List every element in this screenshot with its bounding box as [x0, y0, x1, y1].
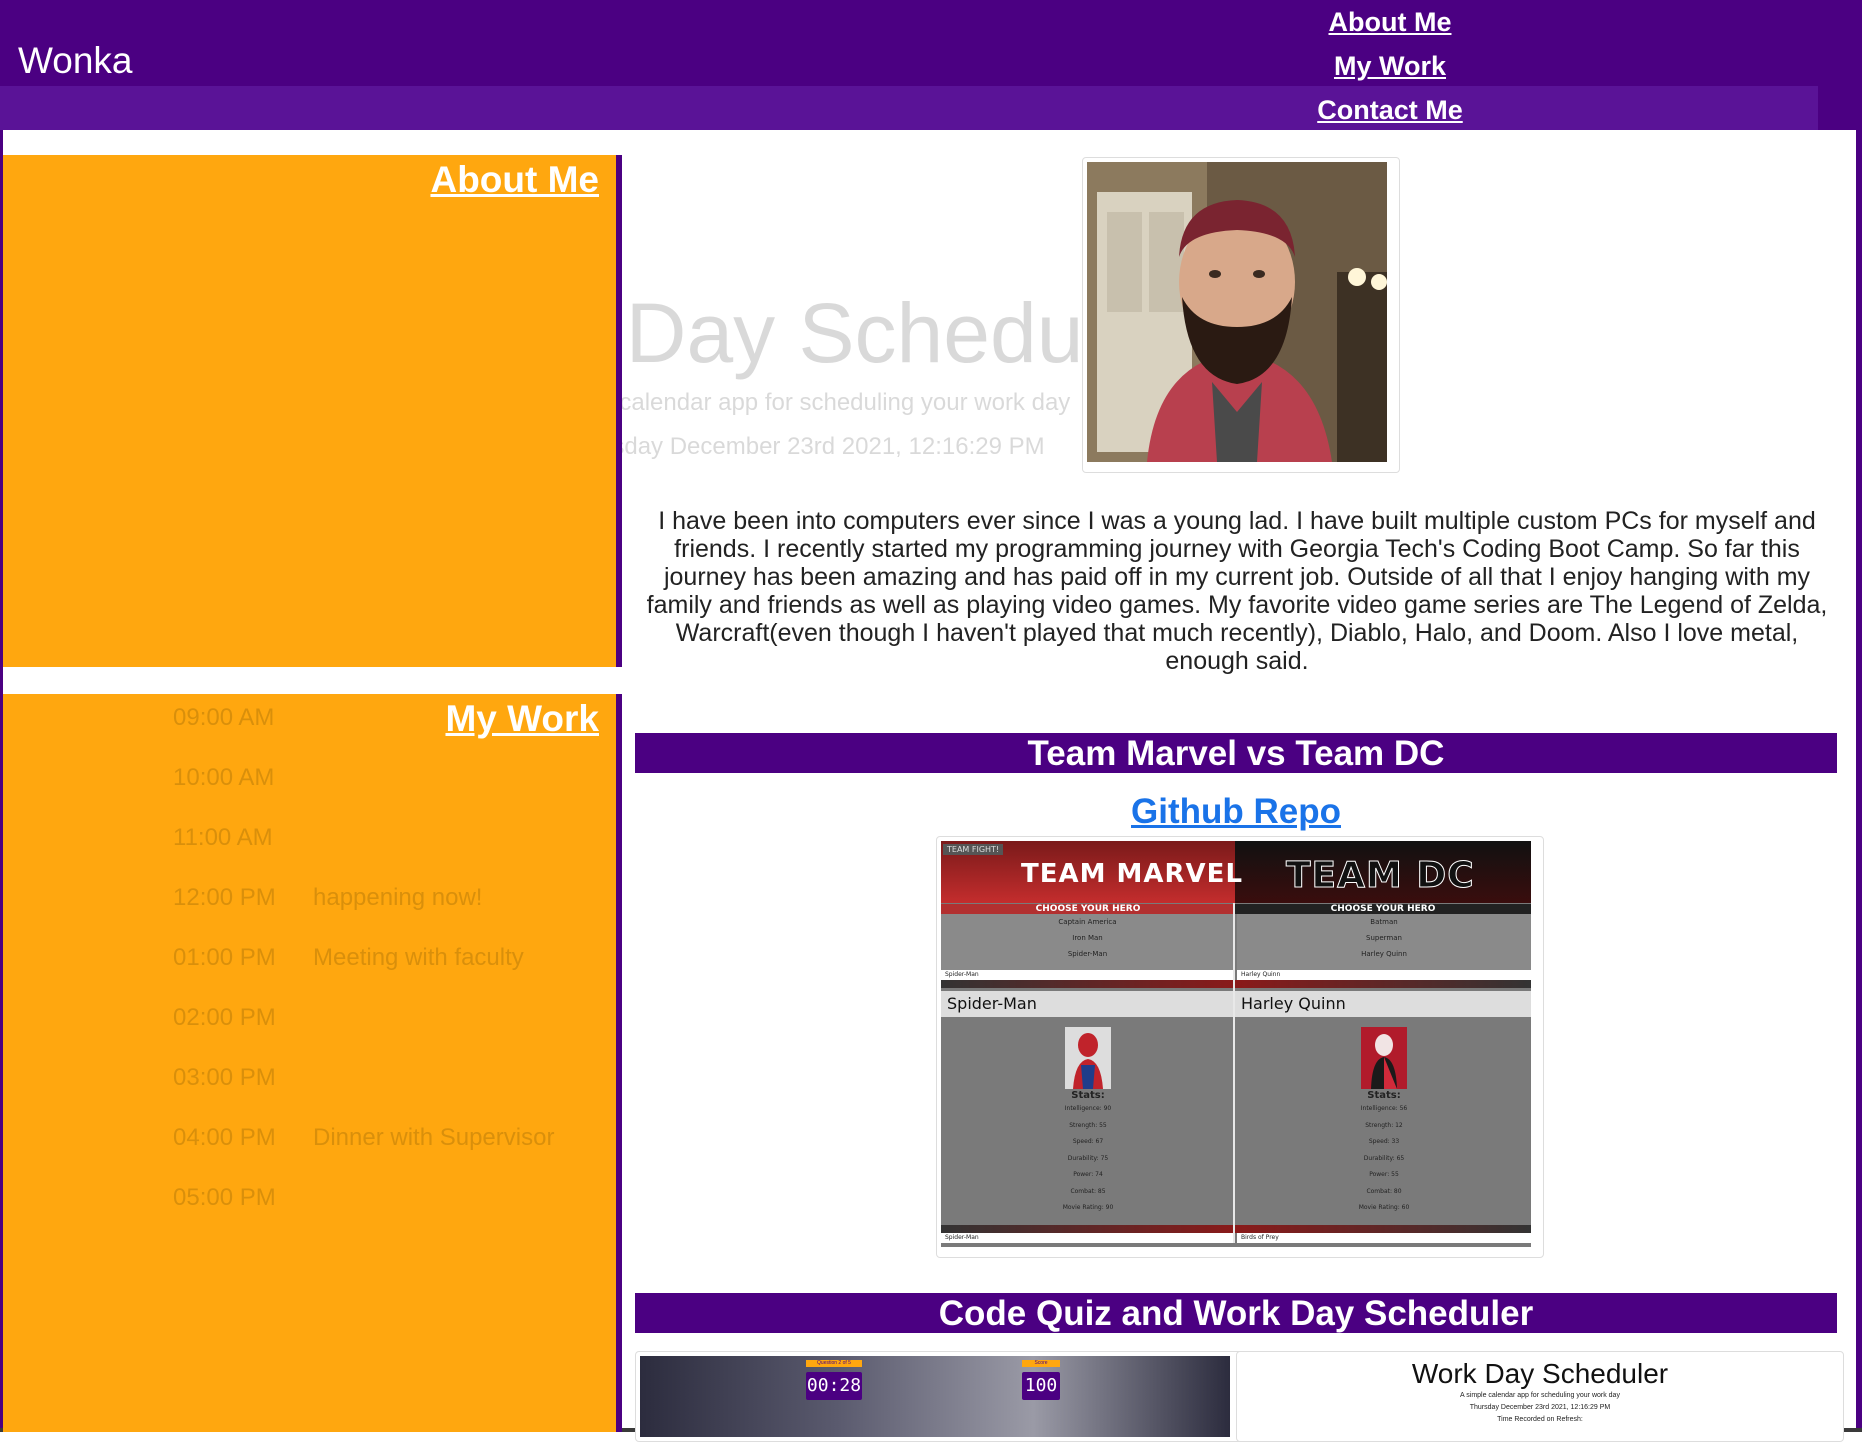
stat-line: Strength: 12 [1365, 1121, 1403, 1129]
choose-hero-right: CHOOSE YOUR HERO [1235, 904, 1531, 914]
harley-quinn-portrait [1361, 1027, 1407, 1089]
left-bottom-select: Spider-Man [941, 1233, 1233, 1243]
score-label: Score [1022, 1360, 1060, 1367]
profile-photo [1082, 157, 1400, 473]
right-bottom-select: Birds of Prey [1237, 1233, 1531, 1243]
scheduler-subtitle: A simple calendar app for scheduling you… [1460, 1392, 1620, 1399]
right-hero-select: Harley Quinn [1237, 970, 1531, 980]
scheduler-date: Thursday December 23rd 2021, 12:16:29 PM [1469, 1404, 1611, 1411]
team-marvel-label: TEAM MARVEL [1021, 859, 1244, 889]
about-bio-text: I have been into computers ever since I … [646, 507, 1828, 675]
project-title-marvel-vs-dc: Team Marvel vs Team DC [635, 733, 1837, 773]
header-subbar [0, 86, 1818, 130]
top-nav: About Me My Work Contact Me [1252, 0, 1528, 132]
center-divider [1233, 903, 1235, 1243]
about-me-heading-link[interactable]: About Me [430, 159, 599, 200]
left-hero-options: Captain America Iron Man Spider-Man [941, 914, 1234, 970]
choose-hero-left: CHOOSE YOUR HERO [941, 904, 1235, 914]
quiz-score: 100 [1022, 1372, 1060, 1400]
divider-strip [941, 980, 1531, 988]
work-day-scheduler-screenshot[interactable]: Work Day Scheduler A simple calendar app… [1236, 1351, 1844, 1442]
hero-option: Superman [1366, 934, 1402, 942]
project-title-code-quiz-scheduler: Code Quiz and Work Day Scheduler [635, 1293, 1837, 1333]
ghost-time-slot: 03:00 PM [173, 1064, 276, 1091]
right-hero-name: Harley Quinn [1235, 991, 1531, 1017]
team-fight-tag: TEAM FIGHT! [943, 844, 1004, 855]
ghost-time-slot: 11:00 AM [173, 824, 273, 851]
spider-man-portrait [1065, 1027, 1111, 1089]
left-hero-select: Spider-Man [941, 970, 1233, 980]
stat-line: Speed: 33 [1368, 1138, 1400, 1145]
hero-option: Harley Quinn [1361, 950, 1407, 958]
stat-line: Movie Rating: 90 [1062, 1204, 1114, 1211]
stat-line: Durability: 75 [1067, 1154, 1109, 1162]
left-hero-name: Spider-Man [941, 991, 1235, 1017]
stat-line: Speed: 67 [1072, 1138, 1104, 1145]
ghost-time-slot: 10:00 AM [173, 764, 275, 791]
stat-line: Intelligence: 90 [1064, 1105, 1112, 1112]
ghost-time-slot: 02:00 PM [173, 1004, 276, 1031]
sidebar-about-me: About Me [3, 155, 622, 667]
stats-label: Stats: [1071, 1090, 1105, 1101]
sidebar-my-work: My Work 09:00 AM 10:00 AM 11:00 AM 12:00… [3, 694, 622, 1432]
ghost-event: Dinner with Supervisor [313, 1124, 555, 1151]
stats-label: Stats: [1367, 1090, 1401, 1101]
marvel-vs-dc-preview: TEAM FIGHT! TEAM MARVEL TEAM DC CHOOSE Y… [941, 841, 1531, 1247]
window-border-right [1856, 0, 1862, 1432]
ghost-time-slot: 12:00 PM [173, 884, 276, 911]
about-me-heading: About Me [430, 159, 599, 201]
code-quiz-screenshot[interactable]: Question 2 of 5 00:28 Score 100 [635, 1351, 1243, 1442]
nav-about-me-link[interactable]: About Me [1252, 0, 1528, 44]
stat-line: Intelligence: 56 [1360, 1105, 1408, 1112]
code-quiz-preview: Question 2 of 5 00:28 Score 100 [640, 1356, 1230, 1437]
hero-option: Batman [1370, 918, 1398, 926]
stat-line: Power: 74 [1073, 1171, 1103, 1178]
brand-name: Wonka [18, 40, 133, 81]
my-work-heading: My Work [445, 698, 599, 740]
profile-photo-image [1087, 162, 1387, 462]
question-counter-label: Question 2 of 5 [806, 1360, 862, 1367]
marvel-vs-dc-screenshot[interactable]: TEAM FIGHT! TEAM MARVEL TEAM DC CHOOSE Y… [936, 836, 1544, 1258]
ghost-time-slot: 05:00 PM [173, 1184, 276, 1211]
right-hero-stats: Stats: Intelligence: 56 Strength: 12 Spe… [1237, 1091, 1531, 1217]
quiz-timer: 00:28 [806, 1372, 862, 1400]
stat-line: Combat: 80 [1366, 1187, 1402, 1195]
ghost-time-slot: 09:00 AM [173, 704, 275, 731]
nav-my-work-link[interactable]: My Work [1252, 44, 1528, 88]
ghost-time-slot: 01:00 PM [173, 944, 276, 971]
hero-option: Captain America [1058, 918, 1117, 926]
scheduler-title: Work Day Scheduler [1411, 1358, 1669, 1389]
stat-line: Movie Rating: 60 [1358, 1204, 1410, 1211]
divider-strip [941, 1225, 1531, 1233]
ghost-time-slot: 04:00 PM [173, 1124, 276, 1151]
stat-line: Power: 55 [1369, 1171, 1399, 1178]
hero-option: Iron Man [1072, 934, 1103, 942]
stat-line: Combat: 85 [1070, 1187, 1106, 1195]
stat-line: Durability: 65 [1363, 1154, 1405, 1162]
site-header: Wonka About Me My Work Contact Me [0, 0, 1862, 130]
right-hero-options: Batman Superman Harley Quinn [1237, 914, 1531, 970]
hero-option: Spider-Man [1067, 950, 1108, 958]
team-dc-label: TEAM DC [1286, 855, 1475, 897]
my-work-heading-link[interactable]: My Work [445, 698, 599, 739]
nav-contact-me-link[interactable]: Contact Me [1252, 88, 1528, 132]
github-repo-link[interactable]: Github Repo [635, 792, 1837, 832]
ghost-scheduler-date: Thursday December 23rd 2021, 12:16:29 PM [563, 433, 1045, 460]
scheduler-refresh-label: Time Recorded on Refresh: [1497, 1416, 1583, 1423]
ghost-event: happening now! [313, 884, 483, 911]
left-hero-stats: Stats: Intelligence: 90 Strength: 55 Spe… [941, 1091, 1235, 1217]
ghost-event: Meeting with faculty [313, 944, 524, 971]
stat-line: Strength: 55 [1069, 1121, 1107, 1129]
